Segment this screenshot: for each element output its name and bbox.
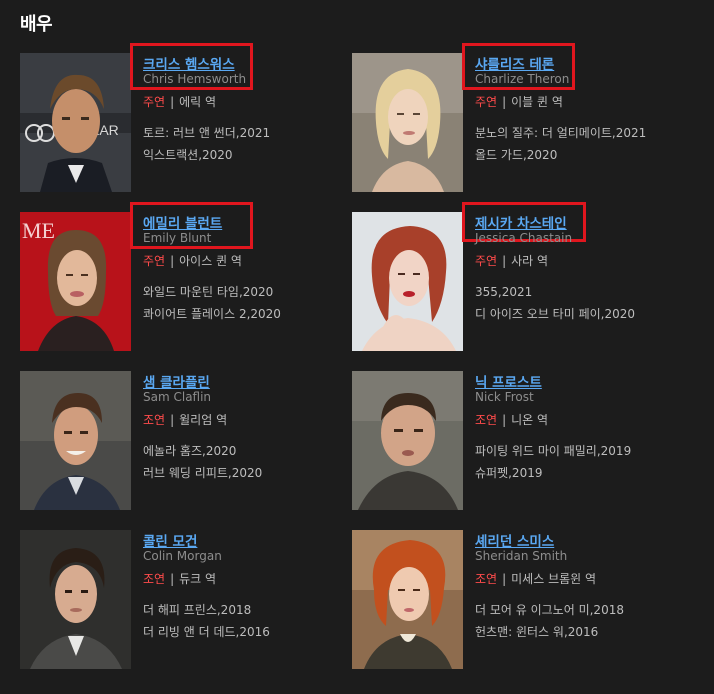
role-separator: | bbox=[170, 572, 175, 586]
filmography-item: 러브 웨딩 리피트,2020 bbox=[143, 466, 263, 480]
actor-card: 콜린 모건 Colin Morgan 조연 | 듀크 역 더 해피 프린스,2018… bbox=[20, 530, 350, 670]
actor-card: 셰리던 스미스 Sheridan Smith 조연 | 미세스 브롬윈 역 더 모어… bbox=[352, 530, 682, 670]
filmography-item: 더 리빙 앤 더 데드,2016 bbox=[143, 625, 270, 639]
filmography-item: 355,2021 bbox=[475, 285, 533, 299]
actor-korean-name[interactable]: 에밀리 블런트 bbox=[143, 212, 222, 232]
section-title: 배우 bbox=[20, 14, 53, 35]
filmography-list: 토르: 러브 앤 썬더,2021 익스트랙션,2020 bbox=[143, 122, 270, 166]
actor-korean-name[interactable]: 닉 프로스트 bbox=[475, 371, 542, 391]
role-separator: | bbox=[170, 413, 175, 427]
filmography-item: 올드 가드,2020 bbox=[475, 148, 558, 162]
role-line: 조연 | 니온 역 bbox=[475, 411, 548, 428]
actor-english-name: Sheridan Smith bbox=[475, 549, 568, 563]
role-line: 주연 | 아이스 퀸 역 bbox=[143, 252, 242, 269]
actor-card: 샤를리즈 테론 Charlize Theron 주연 | 이블 퀸 역 분노의 질주… bbox=[352, 43, 682, 193]
filmography-item: 슈퍼펫,2019 bbox=[475, 466, 543, 480]
actor-card: 닉 프로스트 Nick Frost 조연 | 니온 역 파이팅 위드 마이 패밀리,… bbox=[352, 371, 682, 511]
role-type: 조연 bbox=[475, 572, 498, 586]
actor-card: 샘 클라플린 Sam Claflin 조연 | 윌리엄 역 에놀라 홈즈,2020 … bbox=[20, 371, 350, 511]
role-type: 주연 bbox=[475, 254, 498, 268]
filmography-item: 토르: 러브 앤 썬더,2021 bbox=[143, 126, 271, 140]
filmography-item: 파이팅 위드 마이 패밀리,2019 bbox=[475, 444, 632, 458]
role-type: 조연 bbox=[475, 413, 498, 427]
svg-text:ME: ME bbox=[22, 218, 55, 243]
filmography-list: 더 모어 유 이그노어 미,2018 헌츠맨: 윈터스 워,2016 bbox=[475, 599, 624, 643]
filmography-item: 와일드 마운틴 타임,2020 bbox=[143, 285, 274, 299]
role-name: 니온 역 bbox=[511, 413, 549, 427]
role-line: 주연 | 사라 역 bbox=[475, 252, 548, 269]
role-name: 미세스 브롬윈 역 bbox=[511, 572, 597, 586]
role-name: 윌리엄 역 bbox=[179, 413, 228, 427]
role-type: 조연 bbox=[143, 413, 166, 427]
role-name: 아이스 퀸 역 bbox=[179, 254, 242, 268]
filmography-item: 분노의 질주: 더 얼티메이트,2021 bbox=[475, 126, 647, 140]
actor-english-name: Colin Morgan bbox=[143, 549, 222, 563]
filmography-list: 와일드 마운틴 타임,2020 콰이어트 플레이스 2,2020 bbox=[143, 281, 281, 325]
filmography-list: 파이팅 위드 마이 패밀리,2019 슈퍼펫,2019 bbox=[475, 440, 631, 484]
actor-english-name: Charlize Theron bbox=[475, 72, 570, 86]
role-separator: | bbox=[170, 95, 175, 109]
role-separator: | bbox=[502, 95, 507, 109]
role-name: 사라 역 bbox=[511, 254, 549, 268]
actor-photo[interactable]: ME bbox=[20, 212, 131, 351]
filmography-item: 헌츠맨: 윈터스 워,2016 bbox=[475, 625, 599, 639]
actor-korean-name[interactable]: 크리스 헴스워스 bbox=[143, 53, 235, 73]
role-name: 듀크 역 bbox=[179, 572, 217, 586]
actor-korean-name[interactable]: 샘 클라플린 bbox=[143, 371, 210, 391]
filmography-item: 익스트랙션,2020 bbox=[143, 148, 233, 162]
actor-english-name: Jessica Chastain bbox=[475, 231, 573, 245]
role-type: 주연 bbox=[475, 95, 498, 109]
actor-card: ME 에밀리 블런트 Emily Blunt 주연 | 아이스 퀸 역 와일드 마운… bbox=[20, 202, 350, 352]
filmography-list: 더 해피 프린스,2018 더 리빙 앤 더 데드,2016 bbox=[143, 599, 270, 643]
actor-photo[interactable] bbox=[352, 371, 463, 510]
role-separator: | bbox=[502, 572, 507, 586]
actor-korean-name[interactable]: 샤를리즈 테론 bbox=[475, 53, 554, 73]
actor-photo[interactable]: EAR bbox=[20, 53, 131, 192]
role-separator: | bbox=[502, 254, 507, 268]
role-line: 주연 | 이블 퀸 역 bbox=[475, 93, 563, 110]
actor-korean-name[interactable]: 콜린 모건 bbox=[143, 530, 197, 550]
actor-photo[interactable] bbox=[20, 530, 131, 669]
role-name: 에릭 역 bbox=[179, 95, 217, 109]
role-type: 주연 bbox=[143, 95, 166, 109]
actor-english-name: Emily Blunt bbox=[143, 231, 212, 245]
role-type: 조연 bbox=[143, 572, 166, 586]
actor-photo[interactable] bbox=[352, 212, 463, 351]
role-separator: | bbox=[502, 413, 507, 427]
actor-korean-name[interactable]: 셰리던 스미스 bbox=[475, 530, 554, 550]
filmography-list: 355,2021 디 아이즈 오브 타미 페이,2020 bbox=[475, 281, 635, 325]
actor-card: EAR 크리스 헴스워스 Chris Hemsworth 주연 | 에릭 역 토르:… bbox=[20, 43, 350, 193]
role-line: 조연 | 미세스 브롬윈 역 bbox=[475, 570, 596, 587]
filmography-list: 에놀라 홈즈,2020 러브 웨딩 리피트,2020 bbox=[143, 440, 262, 484]
actor-korean-name[interactable]: 제시카 차스테인 bbox=[475, 212, 567, 232]
filmography-item: 더 모어 유 이그노어 미,2018 bbox=[475, 603, 624, 617]
role-line: 주연 | 에릭 역 bbox=[143, 93, 216, 110]
filmography-list: 분노의 질주: 더 얼티메이트,2021 올드 가드,2020 bbox=[475, 122, 646, 166]
filmography-item: 더 해피 프린스,2018 bbox=[143, 603, 252, 617]
role-separator: | bbox=[170, 254, 175, 268]
filmography-item: 콰이어트 플레이스 2,2020 bbox=[143, 307, 281, 321]
actor-photo[interactable] bbox=[352, 530, 463, 669]
actor-english-name: Nick Frost bbox=[475, 390, 534, 404]
actor-photo[interactable] bbox=[20, 371, 131, 510]
actor-photo[interactable] bbox=[352, 53, 463, 192]
actor-english-name: Chris Hemsworth bbox=[143, 72, 247, 86]
filmography-item: 디 아이즈 오브 타미 페이,2020 bbox=[475, 307, 636, 321]
role-type: 주연 bbox=[143, 254, 166, 268]
actor-card: 제시카 차스테인 Jessica Chastain 주연 | 사라 역 355,20… bbox=[352, 202, 682, 352]
actor-english-name: Sam Claflin bbox=[143, 390, 212, 404]
role-name: 이블 퀸 역 bbox=[511, 95, 563, 109]
role-line: 조연 | 윌리엄 역 bbox=[143, 411, 227, 428]
filmography-item: 에놀라 홈즈,2020 bbox=[143, 444, 237, 458]
role-line: 조연 | 듀크 역 bbox=[143, 570, 216, 587]
